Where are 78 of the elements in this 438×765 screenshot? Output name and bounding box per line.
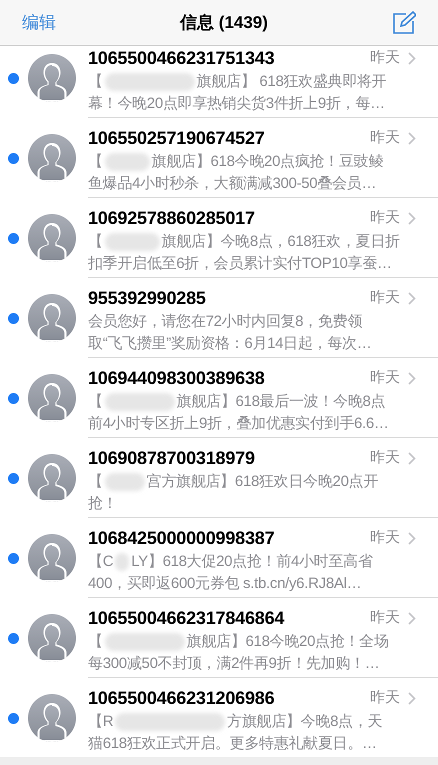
message-time: 昨天 xyxy=(370,208,400,228)
sender-number: 106550257190674527 xyxy=(88,126,265,150)
chevron-icon xyxy=(408,532,416,544)
chevron-icon xyxy=(408,612,416,624)
message-preview: 旗舰店】618最后一波！今晚8点 xyxy=(176,392,386,412)
message-preview: LY】618大促20点抢！前4小时至高省 xyxy=(131,552,373,572)
message-preview: 猫618狂欢正式开启。更多特惠礼献夏日。… xyxy=(88,734,377,754)
message-time: 昨天 xyxy=(370,48,400,68)
sender-number: 106944098300389638 xyxy=(88,366,265,390)
redaction-blur xyxy=(104,473,145,491)
edit-button[interactable]: 编辑 xyxy=(22,10,56,36)
chevron-icon xyxy=(408,292,416,304)
avatar-icon xyxy=(28,454,76,502)
redaction-blur xyxy=(104,153,150,171)
chevron-icon xyxy=(408,212,416,224)
message-row[interactable]: 10655004662317846864 昨天 【 旗舰店】618今晚20点抢！全场 每300减50不封顶，满2件再9折！先加购！… xyxy=(0,598,438,678)
message-row[interactable]: 106550257190674527 昨天 【 旗舰店】618今晚20点疯抢！豆豉鲮 鱼爆品4小时秒杀，大额满减300-50叠会员… xyxy=(0,118,438,198)
chevron-icon xyxy=(408,692,416,704)
sender-number: 10692578860285017 xyxy=(88,206,255,230)
avatar-icon xyxy=(28,374,76,422)
message-preview: 旗舰店】618今晚20点抢！全场 xyxy=(186,632,389,652)
message-preview: 幕！今晚20点即享热销尖货3件折上9折，每… xyxy=(88,94,385,114)
message-row[interactable]: 955392990285 昨天 会员您好，请您在72小时内回复8，免费领 取“飞飞攒里”奖励资格：6月14日起，每次… xyxy=(0,278,438,358)
message-preview: 旗舰店】618今晚20点疯抢！豆豉鲮 xyxy=(152,152,384,172)
nav-title: 信息 (1439) xyxy=(180,12,268,34)
redaction-blur xyxy=(104,393,175,411)
message-preview: 【 xyxy=(88,472,103,492)
message-preview: 【 xyxy=(88,392,103,412)
message-row[interactable]: 10690878700318979 昨天 【 宫方旗舰店】618狂欢日今晚20点开 抢！ xyxy=(0,438,438,518)
message-time: 昨天 xyxy=(370,448,400,468)
chevron-icon xyxy=(408,452,416,464)
avatar-icon xyxy=(28,614,76,662)
message-preview: 取“飞飞攒里”奖励资格：6月14日起，每次… xyxy=(88,334,372,354)
chevron-icon xyxy=(408,132,416,144)
sender-number: 10690878700318979 xyxy=(88,446,255,470)
message-preview: 【R xyxy=(88,712,114,732)
message-preview: 每300减50不封顶，满2件再9折！先加购！… xyxy=(88,654,380,674)
message-preview: 旗舰店】 618狂欢盛典即将开 xyxy=(196,72,386,92)
chevron-icon xyxy=(408,372,416,384)
avatar-icon xyxy=(28,54,76,102)
message-preview: 前4小时专区折上9折，叠加优惠实付到手6.6… xyxy=(88,414,389,434)
message-row[interactable]: 10692578860285017 昨天 【 旗舰店】今晚8点，618狂欢，夏日折 扣季开启低至6折，会员累计实付TOP10享蚕… xyxy=(0,198,438,278)
message-row[interactable]: 106944098300389638 昨天 【 旗舰店】618最后一波！今晚8点 前4小时专区折上9折，叠加优惠实付到手6.6… xyxy=(0,358,438,438)
chevron-icon xyxy=(408,52,416,64)
compose-icon[interactable] xyxy=(392,10,416,34)
message-preview: 会员您好，请您在72小时内回复8，免费领 xyxy=(88,312,362,332)
message-time: 昨天 xyxy=(370,288,400,308)
message-preview: 扣季开启低至6折，会员累计实付TOP10享蚕… xyxy=(88,254,392,274)
message-preview: 抢！ xyxy=(88,494,118,514)
sender-number: 1068425000000998387 xyxy=(88,526,274,550)
message-row[interactable]: 1068425000000998387 昨天 【C LY】618大促20点抢！前4小时至高省 400，买即返600元券包 s.tb.cn/y6.RJ8Al… xyxy=(0,518,438,598)
message-preview: 【 xyxy=(88,72,103,92)
message-preview: 方旗舰店】今晚8点，天 xyxy=(227,712,382,732)
redaction-blur xyxy=(115,553,130,571)
redaction-blur xyxy=(104,233,160,251)
message-preview: 旗舰店】今晚8点，618狂欢，夏日折 xyxy=(162,232,400,252)
sender-number: 1065500466231206986 xyxy=(88,686,274,710)
message-time: 昨天 xyxy=(370,368,400,388)
avatar-icon xyxy=(28,214,76,262)
message-time: 昨天 xyxy=(370,608,400,628)
message-preview: 宫方旗舰店】618狂欢日今晚20点开 xyxy=(146,472,378,492)
message-preview: 400，买即返600元券包 s.tb.cn/y6.RJ8Al… xyxy=(88,574,362,594)
avatar-icon xyxy=(28,534,76,582)
avatar-icon xyxy=(28,134,76,182)
message-preview: 鱼爆品4小时秒杀，大额满减300-50叠会员… xyxy=(88,174,376,194)
sender-number: 955392990285 xyxy=(88,286,206,310)
message-preview: 【 xyxy=(88,232,103,252)
message-preview: 【 xyxy=(88,152,103,172)
sender-number: 1065500466231751343 xyxy=(88,46,274,70)
avatar-icon xyxy=(28,694,76,742)
sender-number: 10655004662317846864 xyxy=(88,606,284,630)
message-time: 昨天 xyxy=(370,528,400,548)
avatar-icon xyxy=(28,294,76,342)
message-preview: 【 xyxy=(88,632,103,652)
message-time: 昨天 xyxy=(370,128,400,148)
message-preview: 【C xyxy=(88,552,114,572)
message-time: 昨天 xyxy=(370,688,400,708)
message-row[interactable]: 1065500466231751343 昨天 【 旗舰店】 618狂欢盛典即将开 幕！今晚20点即享热销尖货3件折上9折，每… xyxy=(0,46,438,118)
